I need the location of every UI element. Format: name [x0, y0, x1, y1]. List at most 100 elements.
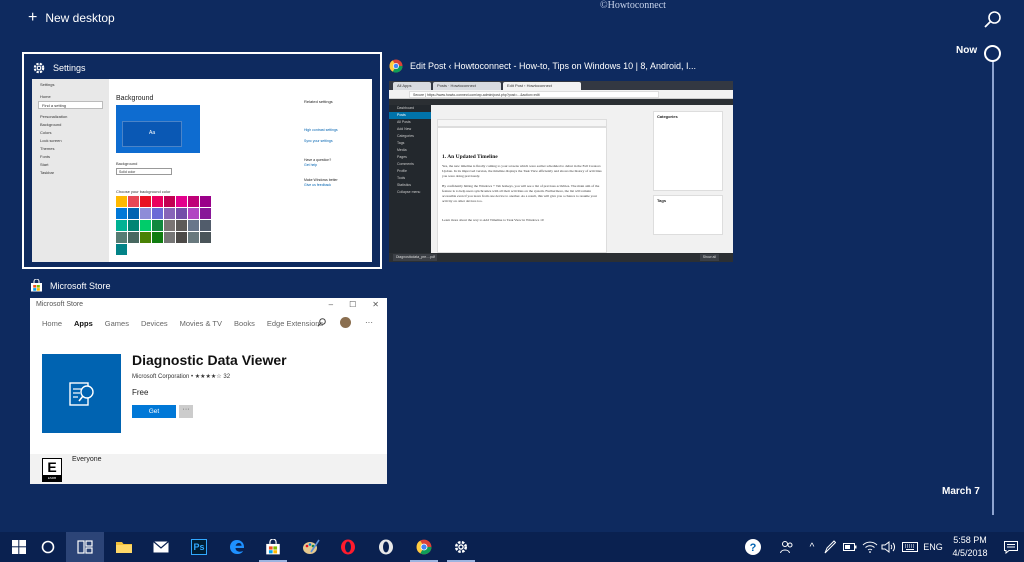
- show-hidden-icons-button[interactable]: ^: [805, 532, 819, 562]
- window-card-title: Microsoft Store: [50, 280, 111, 291]
- opera-button[interactable]: [329, 532, 367, 562]
- editor-toolbar: [437, 119, 607, 127]
- window-card-title: Edit Post ‹ Howtoconnect - How-to, Tips …: [410, 61, 696, 71]
- browser-tab-active: Edit Post ‹ Howtoconnect: [503, 82, 581, 90]
- store-nav-item: Edge Extensions: [266, 318, 324, 328]
- color-swatch: [164, 220, 175, 231]
- window-card-settings[interactable]: Settings Settings Home Find a setting Pe…: [22, 52, 382, 269]
- clock[interactable]: 5:58 PM 4/5/2018: [945, 534, 995, 560]
- admin-menu-item-active: Posts: [389, 112, 431, 119]
- window-card-store-header[interactable]: Microsoft Store: [30, 279, 111, 292]
- window-card-store[interactable]: Microsoft Store – ☐ ✕ Home Apps Games De…: [30, 298, 387, 484]
- settings-nav-item: Taskbar: [40, 170, 55, 175]
- app-publisher-rating: Microsoft Corporation • ★★★★☆ 32: [132, 374, 231, 380]
- edge-button[interactable]: [218, 532, 256, 562]
- color-swatch: [188, 196, 199, 207]
- post-editor: 1. An Updated Timeline Yes, the new time…: [437, 127, 607, 253]
- timeline-handle[interactable]: [984, 45, 1001, 62]
- admin-menu-item: Tags: [397, 141, 405, 145]
- cortana-icon: [41, 540, 55, 554]
- content-rating-label: Everyone: [72, 456, 102, 463]
- settings-app-title: Settings: [40, 82, 55, 87]
- settings-page-title: Background: [116, 95, 154, 102]
- settings-thumbnail: Settings Home Find a setting Personaliza…: [32, 79, 372, 262]
- esrb-rating-badge: E ESRB: [42, 458, 62, 482]
- help-icon: ?: [745, 539, 761, 555]
- esrb-org: ESRB: [43, 475, 61, 481]
- avatar: [340, 317, 351, 328]
- color-swatch: [128, 196, 139, 207]
- admin-menu-item: Comments: [397, 162, 414, 166]
- color-swatch: [200, 232, 211, 243]
- battery-tray[interactable]: [842, 532, 858, 562]
- settings-gear-icon: [33, 62, 45, 74]
- keyboard-icon: [902, 542, 918, 552]
- timeline-date-label[interactable]: March 7: [942, 486, 980, 497]
- settings-nav-item: Home: [40, 94, 51, 99]
- paint-icon: [303, 539, 320, 554]
- timeline-scrollbar-track[interactable]: [992, 60, 994, 515]
- plus-icon: +: [28, 9, 38, 26]
- input-language[interactable]: ENG: [922, 532, 944, 562]
- color-swatch: [176, 232, 187, 243]
- categories-panel: Categories: [653, 111, 723, 191]
- task-view-button[interactable]: [66, 532, 104, 562]
- timeline-now-label: Now: [956, 45, 978, 56]
- chrome-icon: [416, 539, 432, 555]
- admin-menu-item: Categories: [397, 134, 414, 138]
- color-swatch: [140, 232, 151, 243]
- wifi-icon: [862, 541, 878, 553]
- post-paragraph: By confidently hitting the Windows + Tab…: [442, 184, 600, 203]
- help-tray-button[interactable]: ?: [741, 532, 765, 562]
- taskbar: Ps ? ^ ENG: [0, 532, 1024, 562]
- touch-keyboard-button[interactable]: [900, 532, 920, 562]
- opera-icon: [341, 539, 355, 555]
- opera-beta-button[interactable]: [367, 532, 405, 562]
- minimize-icon: –: [328, 300, 334, 309]
- admin-menu-item: Tools: [397, 176, 406, 180]
- chrome-thumbnail: All Apps Posts · Howtoconnect Edit Post …: [389, 81, 733, 262]
- action-center-button[interactable]: [1000, 532, 1022, 562]
- store-button[interactable]: [254, 532, 292, 562]
- photoshop-button[interactable]: Ps: [180, 532, 218, 562]
- color-swatch: [200, 196, 211, 207]
- network-tray[interactable]: [861, 532, 879, 562]
- window-card-chrome[interactable]: Edit Post ‹ Howtoconnect - How-to, Tips …: [389, 56, 733, 264]
- cortana-button[interactable]: [29, 532, 67, 562]
- preview-text: Aa: [149, 130, 156, 136]
- close-icon: ✕: [372, 300, 379, 309]
- search-timeline-button[interactable]: [983, 10, 1003, 30]
- volume-tray[interactable]: [880, 532, 898, 562]
- store-icon: [266, 539, 280, 555]
- mail-button[interactable]: [142, 532, 180, 562]
- new-desktop-button[interactable]: + New desktop: [28, 10, 115, 26]
- paint-button[interactable]: [292, 532, 330, 562]
- people-button[interactable]: [776, 532, 798, 562]
- color-swatch: [152, 208, 163, 219]
- clock-date: 4/5/2018: [952, 548, 988, 558]
- store-nav-item-selected: Apps: [74, 318, 93, 328]
- watermark: ©Howtoconnect: [600, 0, 666, 11]
- post-heading: 1. An Updated Timeline: [442, 154, 498, 160]
- new-desktop-label: New desktop: [45, 11, 115, 25]
- opera-beta-icon: [379, 539, 393, 555]
- related-link: Get help: [304, 163, 318, 167]
- color-swatch: [176, 220, 187, 231]
- show-all-downloads: Show all: [699, 254, 719, 261]
- file-explorer-button[interactable]: [105, 532, 143, 562]
- color-swatch: [152, 196, 163, 207]
- color-swatch: [152, 220, 163, 231]
- settings-nav-item: Colors: [40, 130, 52, 135]
- chrome-button[interactable]: [405, 532, 443, 562]
- color-swatch: [128, 232, 139, 243]
- categories-panel-title: Categories: [657, 114, 678, 119]
- background-label: Background: [116, 161, 138, 166]
- settings-button[interactable]: [442, 532, 480, 562]
- pen-workspace-button[interactable]: [822, 532, 838, 562]
- color-swatch: [116, 244, 127, 255]
- photoshop-icon: Ps: [191, 539, 207, 555]
- windows-logo-icon: [12, 540, 26, 554]
- color-swatch: [188, 220, 199, 231]
- mail-icon: [153, 541, 169, 553]
- browser-toolbar: Secure | https://www.howto-connect.com/w…: [389, 90, 733, 99]
